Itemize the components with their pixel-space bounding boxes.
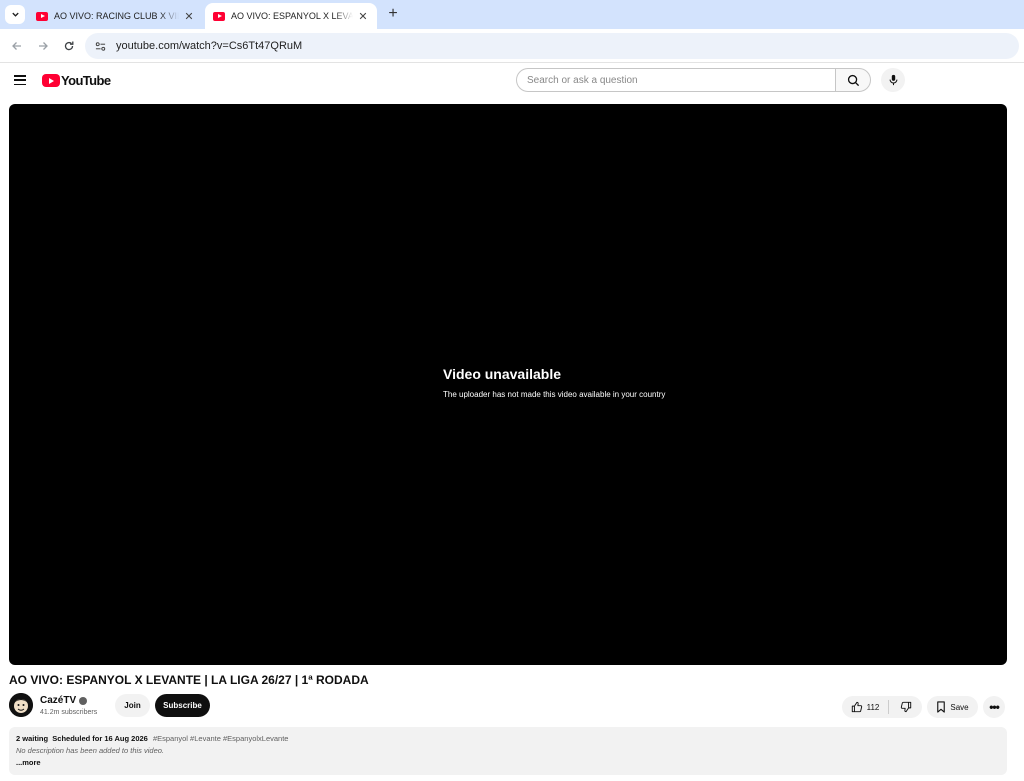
bookmark-icon bbox=[937, 701, 946, 713]
arrow-left-icon bbox=[12, 42, 21, 50]
subscriber-count: 41.2m subscribers bbox=[40, 709, 98, 716]
tab-title: AO VIVO: RACING CLUB X VILLAREAL bbox=[54, 11, 179, 21]
youtube-favicon-icon bbox=[213, 11, 225, 21]
join-button[interactable]: Join bbox=[115, 694, 150, 717]
youtube-play-icon bbox=[42, 74, 60, 87]
youtube-header: YouTube bbox=[0, 64, 1024, 98]
waiting-count: 2 waiting bbox=[16, 734, 49, 743]
description-text: No description has been added to this vi… bbox=[16, 746, 165, 755]
menu-icon[interactable] bbox=[14, 75, 26, 85]
youtube-favicon-icon bbox=[36, 11, 48, 21]
video-title: AO VIVO: ESPANYOL X LEVANTE | LA LIGA 26… bbox=[9, 673, 369, 687]
site-settings-icon[interactable] bbox=[95, 41, 106, 52]
hashtags[interactable]: #Espanyol #Levante #EspanyolxLevante bbox=[153, 734, 289, 743]
scheduled-date: Scheduled for 16 Aug 2026 bbox=[52, 734, 148, 743]
error-message: The uploader has not made this video ava… bbox=[443, 390, 666, 399]
search-icon bbox=[847, 74, 859, 86]
save-label: Save bbox=[950, 702, 969, 712]
forward-button[interactable] bbox=[35, 38, 51, 54]
description-box[interactable]: 2 waiting Scheduled for 16 Aug 2026 #Esp… bbox=[9, 727, 1007, 775]
video-unavailable-message: Video unavailable The uploader has not m… bbox=[443, 366, 665, 399]
dislike-button[interactable] bbox=[889, 696, 922, 718]
tab-title: AO VIVO: ESPANYOL X LEVANTE | LA LIGA bbox=[231, 11, 353, 21]
error-title: Video unavailable bbox=[443, 366, 562, 382]
show-more-link[interactable]: ...more bbox=[16, 757, 1000, 769]
subscribe-button[interactable]: Subscribe bbox=[155, 694, 210, 717]
reload-icon bbox=[64, 41, 74, 51]
close-tab-icon[interactable]: ✕ bbox=[357, 10, 369, 23]
channel-name[interactable]: CazéTV bbox=[40, 695, 76, 706]
channel-info: CazéTV 41.2m subscribers bbox=[40, 695, 97, 716]
like-dislike-group: 112 bbox=[842, 696, 922, 718]
video-player[interactable]: Video unavailable The uploader has not m… bbox=[9, 104, 1007, 665]
channel-avatar[interactable] bbox=[9, 693, 33, 717]
search-box bbox=[516, 68, 871, 92]
search-button[interactable] bbox=[835, 68, 871, 92]
browser-tab-strip: AO VIVO: RACING CLUB X VILLAREAL ✕ AO VI… bbox=[0, 0, 1024, 29]
thumbs-up-icon bbox=[851, 701, 862, 713]
save-button[interactable]: Save bbox=[927, 696, 978, 718]
arrow-right-icon bbox=[39, 42, 48, 50]
url-text: youtube.com/watch?v=Cs6Tt47QRuM bbox=[116, 40, 303, 52]
like-count: 112 bbox=[866, 702, 880, 712]
search-input[interactable] bbox=[516, 68, 835, 92]
address-bar[interactable]: youtube.com/watch?v=Cs6Tt47QRuM bbox=[85, 33, 1019, 59]
voice-search-button[interactable] bbox=[881, 68, 905, 92]
youtube-logo[interactable]: YouTube bbox=[42, 73, 111, 88]
thumbs-down-icon bbox=[900, 701, 911, 713]
back-button[interactable] bbox=[9, 38, 25, 54]
chevron-down-icon bbox=[11, 12, 19, 17]
more-horizontal-icon: ••• bbox=[989, 700, 1000, 714]
browser-tab[interactable]: AO VIVO: RACING CLUB X VILLAREAL ✕ bbox=[28, 3, 203, 29]
verified-badge-icon bbox=[79, 696, 88, 705]
close-tab-icon[interactable]: ✕ bbox=[183, 10, 195, 23]
browser-tab-active[interactable]: AO VIVO: ESPANYOL X LEVANTE | LA LIGA ✕ bbox=[205, 3, 377, 29]
like-button[interactable]: 112 bbox=[842, 696, 888, 718]
reload-button[interactable] bbox=[61, 38, 77, 54]
browser-toolbar: youtube.com/watch?v=Cs6Tt47QRuM bbox=[0, 29, 1024, 63]
microphone-icon bbox=[889, 74, 897, 86]
more-actions-button[interactable]: ••• bbox=[983, 696, 1005, 718]
tab-search-button[interactable] bbox=[5, 5, 25, 24]
new-tab-button[interactable]: + bbox=[384, 5, 402, 23]
